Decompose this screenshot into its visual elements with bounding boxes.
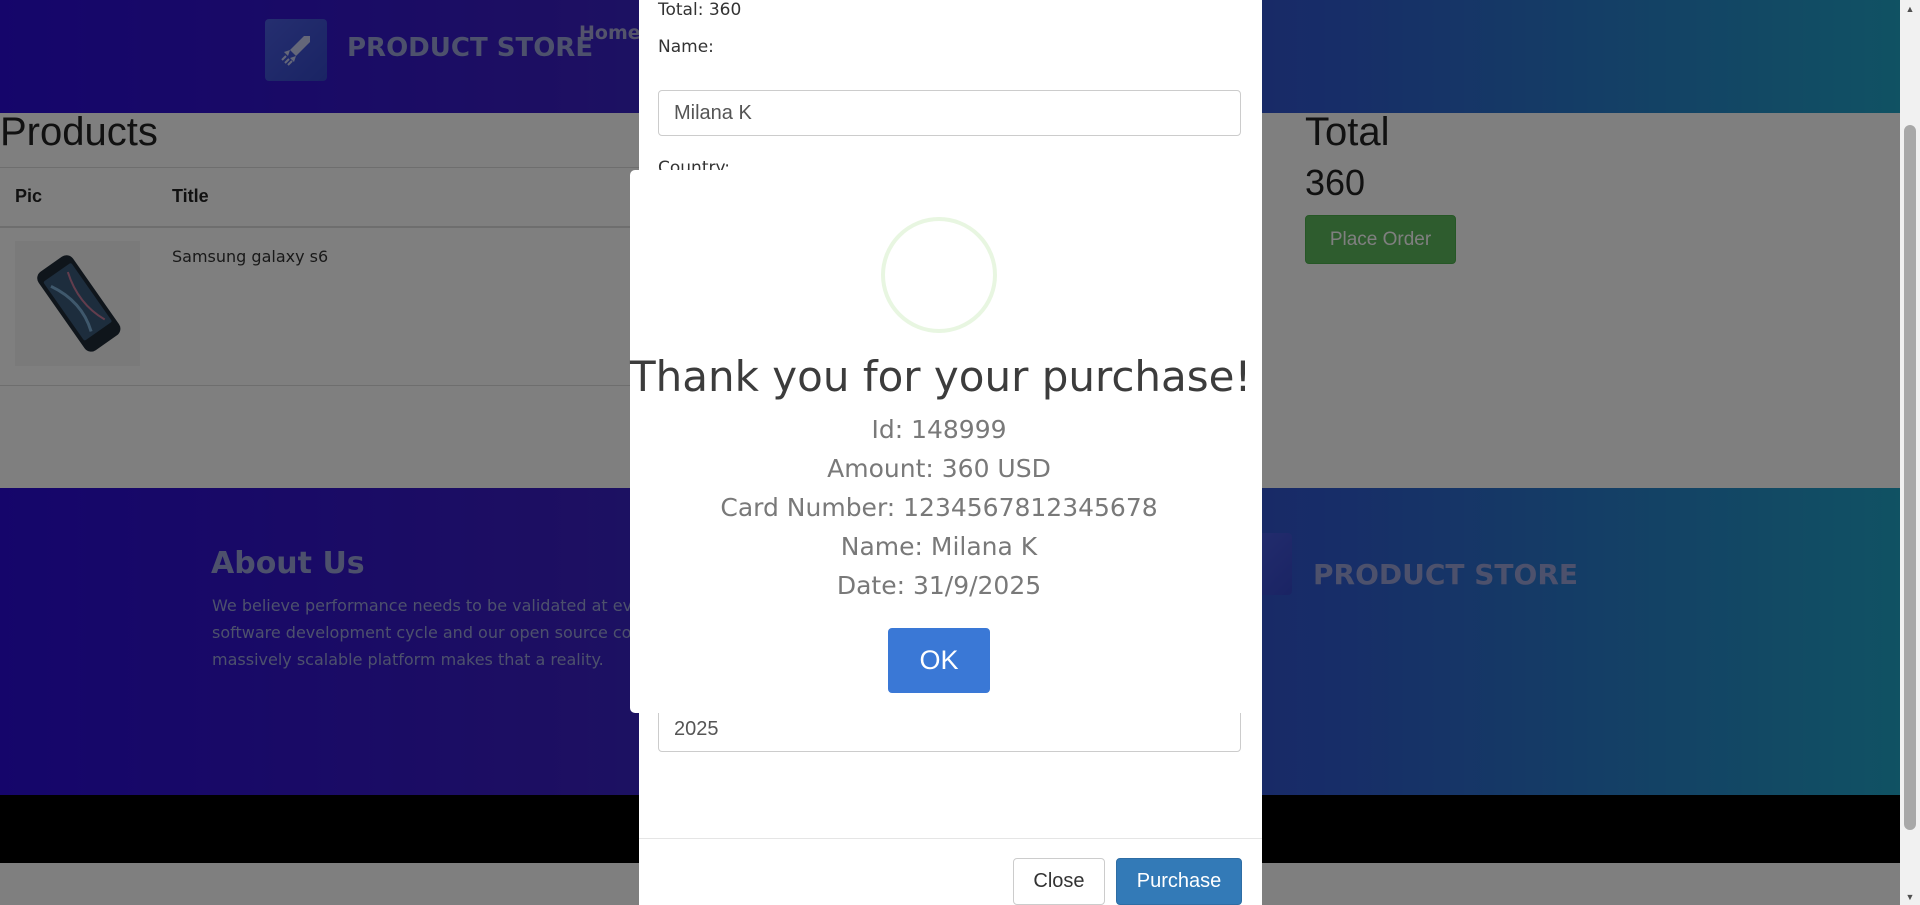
purchase-success-alert: Thank you for your purchase! Id: 148999 … [630,170,1252,713]
purchase-card-number: Card Number: 1234567812345678 [720,493,1158,522]
purchase-amount: Amount: 360 USD [827,454,1051,483]
purchase-button[interactable]: Purchase [1116,858,1242,905]
name-label: Name: [658,37,714,57]
purchase-id: Id: 148999 [871,415,1007,444]
order-total-line: Total: 360 [658,0,742,20]
alert-title: Thank you for your purchase! [630,352,1252,401]
success-check-icon [881,217,997,333]
modal-footer-divider [639,838,1262,839]
purchase-date: Date: 31/9/2025 [836,571,1042,600]
close-button[interactable]: Close [1013,858,1105,905]
alert-details: Id: 148999 Amount: 360 USD Card Number: … [630,410,1248,605]
scrollbar-thumb[interactable] [1904,125,1916,830]
name-input[interactable]: Milana K [658,90,1241,136]
product-store-page: PRODUCT STORE Home Products Pic Title Sa… [0,0,1900,905]
purchase-name: Name: Milana K [840,532,1038,561]
scroll-down-arrow-icon[interactable]: ▼ [1900,888,1920,905]
vertical-scrollbar[interactable]: ▲ ▼ [1900,0,1920,905]
scroll-up-arrow-icon[interactable]: ▲ [1900,0,1920,17]
ok-button[interactable]: OK [888,628,990,693]
